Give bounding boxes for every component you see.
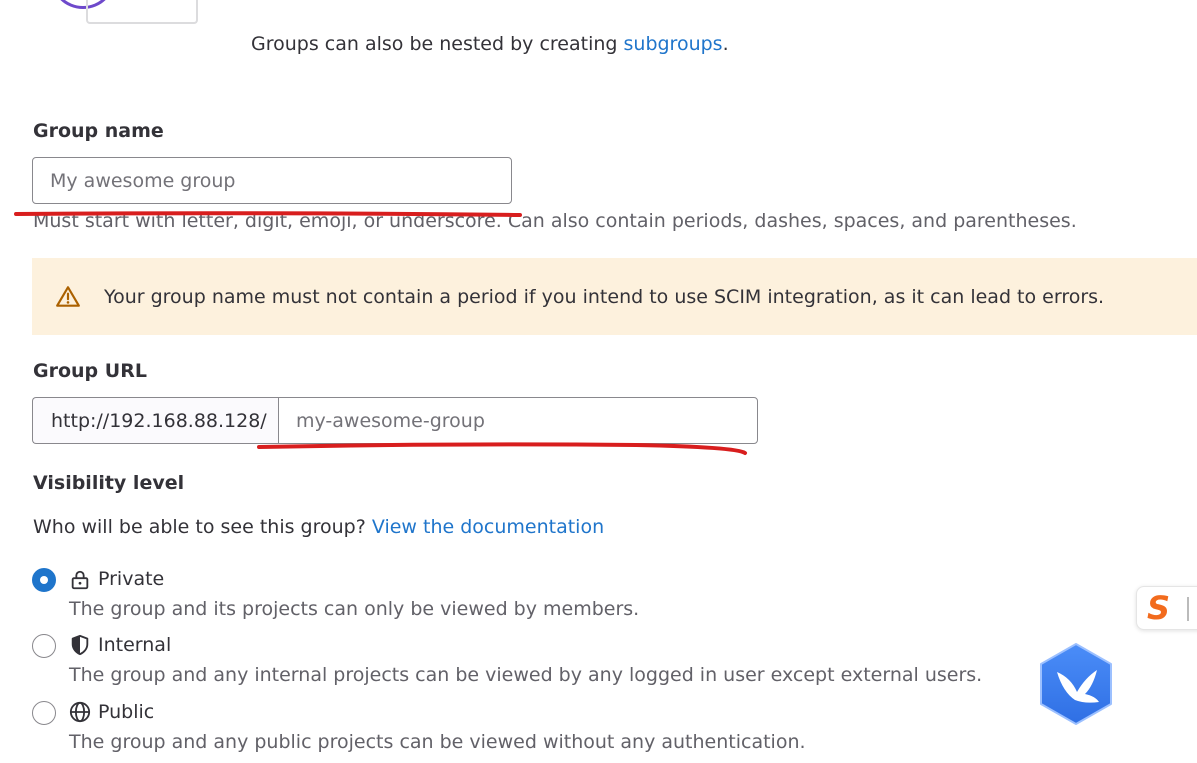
shield-icon bbox=[71, 634, 89, 656]
option-private-label: Private bbox=[98, 568, 165, 590]
nested-prefix: Groups can also be nested by creating bbox=[251, 33, 624, 55]
visibility-question: Who will be able to see this group? View… bbox=[33, 516, 604, 538]
bird-hexagon-icon[interactable] bbox=[1037, 642, 1115, 726]
radio-private[interactable] bbox=[32, 568, 56, 592]
alert-text: Your group name must not contain a perio… bbox=[104, 285, 1105, 308]
option-private-description: The group and its projects can only be v… bbox=[69, 598, 640, 620]
nested-groups-text: Groups can also be nested by creating su… bbox=[251, 33, 729, 55]
view-documentation-link[interactable]: View the documentation bbox=[372, 516, 604, 538]
globe-icon bbox=[69, 701, 91, 723]
radio-internal[interactable] bbox=[32, 634, 56, 658]
option-internal-label: Internal bbox=[98, 634, 172, 656]
red-annotation-line-2 bbox=[257, 442, 747, 455]
group-url-label: Group URL bbox=[33, 360, 147, 382]
visibility-question-text: Who will be able to see this group? bbox=[33, 516, 366, 538]
group-name-label: Group name bbox=[33, 120, 164, 142]
lock-icon bbox=[71, 570, 89, 590]
side-tab-widget[interactable]: S bbox=[1136, 586, 1197, 630]
subgroups-link[interactable]: subgroups bbox=[624, 33, 723, 55]
group-url-input[interactable] bbox=[278, 397, 758, 444]
red-annotation-line-1 bbox=[14, 211, 522, 217]
warning-icon bbox=[56, 285, 80, 307]
sogou-s-icon: S bbox=[1147, 589, 1171, 627]
radio-public[interactable] bbox=[32, 701, 56, 725]
nested-suffix: . bbox=[722, 33, 729, 55]
option-internal-description: The group and any internal projects can … bbox=[69, 664, 983, 686]
visibility-label: Visibility level bbox=[33, 472, 185, 494]
illustration-folder bbox=[86, 0, 198, 24]
option-public-description: The group and any public projects can be… bbox=[69, 731, 806, 753]
side-tab-divider bbox=[1187, 597, 1189, 621]
option-public-label: Public bbox=[98, 701, 155, 723]
group-url-prefix: http://192.168.88.128/ bbox=[32, 397, 279, 444]
scim-warning-alert: Your group name must not contain a perio… bbox=[32, 258, 1197, 335]
group-name-input[interactable] bbox=[32, 157, 512, 204]
